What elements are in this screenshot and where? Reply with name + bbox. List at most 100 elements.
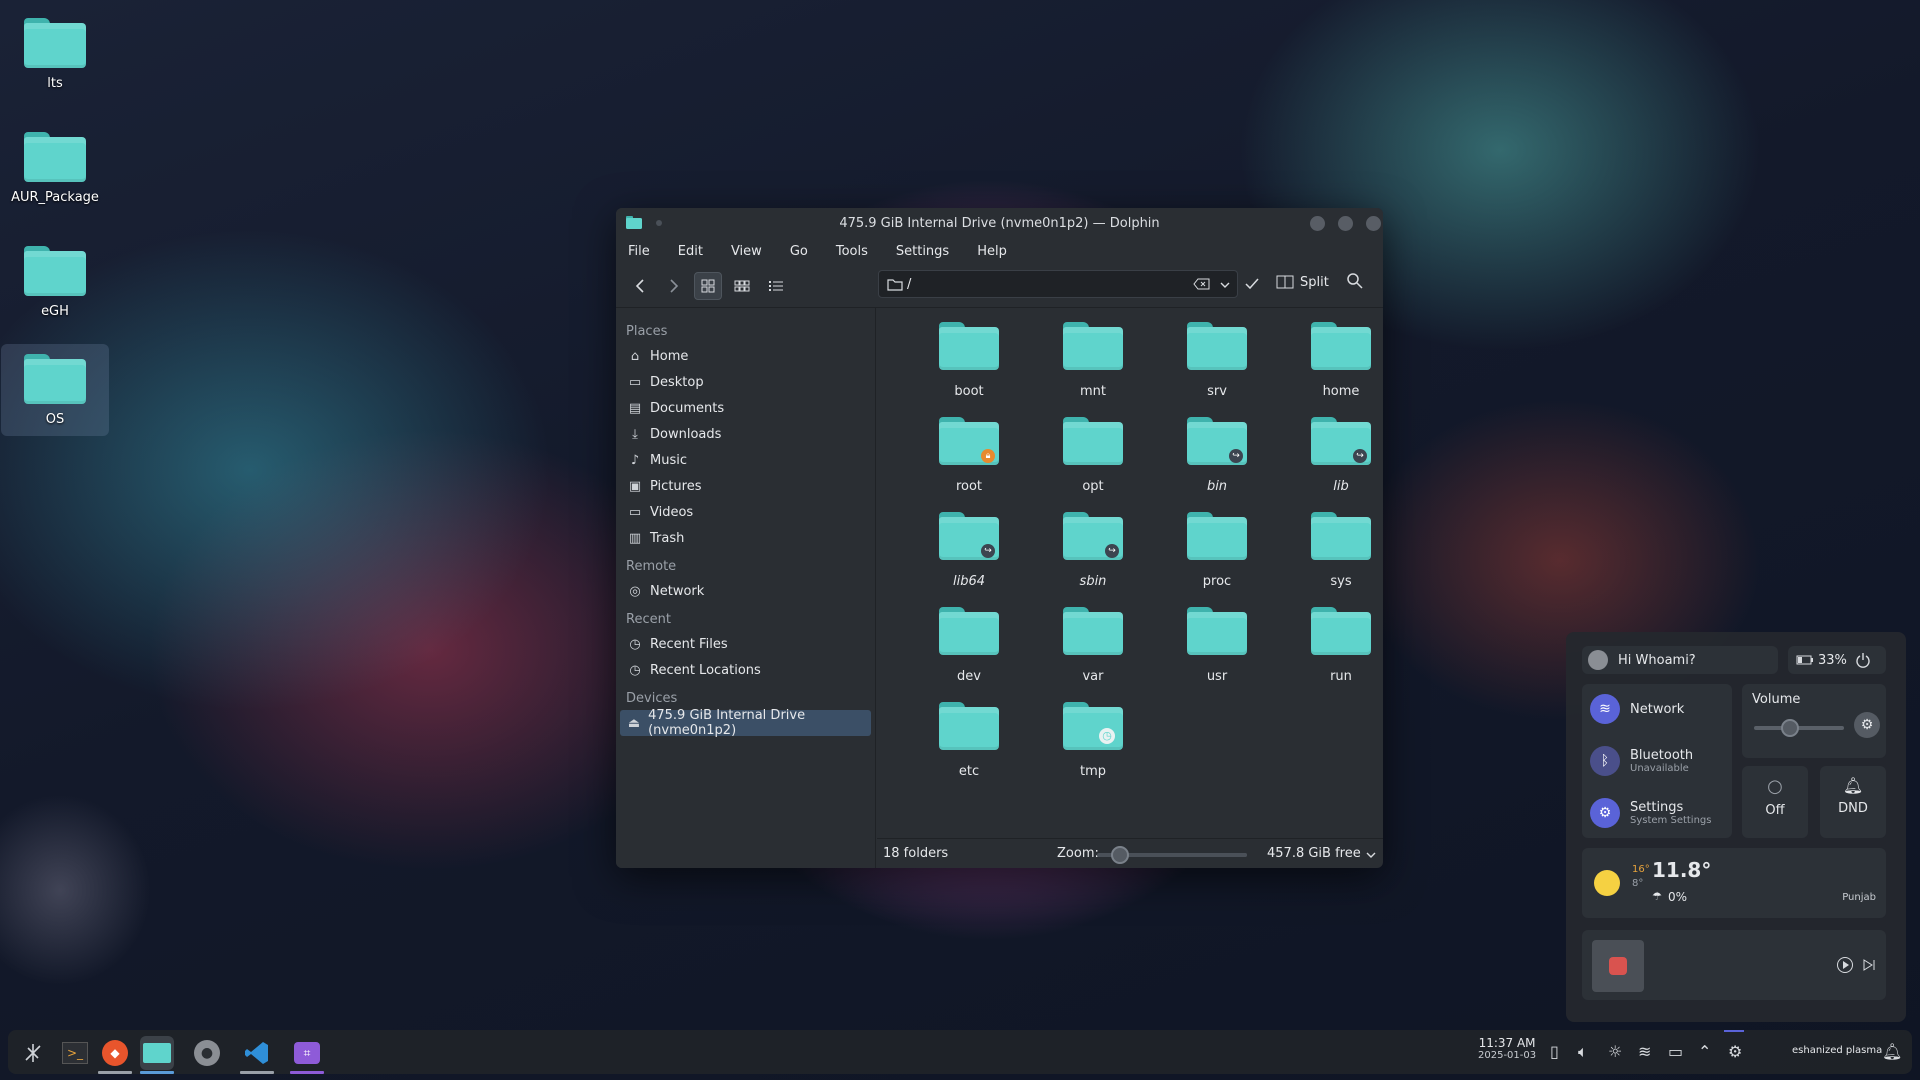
notification-bell-icon[interactable]: 🔔︎ <box>1882 1042 1902 1061</box>
folder-item-etc[interactable]: etc <box>907 702 1031 797</box>
skip-next-icon[interactable] <box>1862 958 1876 972</box>
greeting-card[interactable]: Hi Whoami? <box>1582 646 1778 674</box>
confirm-location-button[interactable] <box>1244 276 1260 296</box>
folder-item-lib64[interactable]: ↪ lib64 <box>907 512 1031 607</box>
folder-item-boot[interactable]: boot <box>907 322 1031 417</box>
menu-file[interactable]: File <box>624 244 654 259</box>
dnd-toggle[interactable]: 🔔︎ DND <box>1820 766 1886 838</box>
desktop-icon-aur-package[interactable]: AUR_Package <box>1 122 109 205</box>
folder-icon <box>939 607 999 655</box>
folder-item-opt[interactable]: opt <box>1031 417 1155 512</box>
minimize-button[interactable] <box>1310 216 1325 231</box>
menu-settings[interactable]: Settings <box>892 244 953 259</box>
pin-icon[interactable] <box>656 220 662 226</box>
menu-help[interactable]: Help <box>973 244 1011 259</box>
folder-item-usr[interactable]: usr <box>1155 607 1279 702</box>
folder-item-proc[interactable]: proc <box>1155 512 1279 607</box>
place-recent-files[interactable]: ◷ Recent Files <box>616 631 875 657</box>
folder-item-bin[interactable]: ↪ bin <box>1155 417 1279 512</box>
volume-icon[interactable]: 🔈︎ <box>1578 1042 1588 1062</box>
bluetooth-toggle[interactable]: ᛒ Bluetooth Unavailable <box>1590 746 1693 776</box>
wifi-tray-icon[interactable]: ≋ <box>1638 1042 1651 1061</box>
taskbar-terminal[interactable]: >_ <box>58 1036 92 1070</box>
place-trash[interactable]: ▥ Trash <box>616 525 875 551</box>
window-title: 475.9 GiB Internal Drive (nvme0n1p2) — D… <box>839 215 1160 231</box>
menu-view[interactable]: View <box>727 244 766 259</box>
audio-settings-button[interactable]: ⚙ <box>1854 712 1880 738</box>
place-documents[interactable]: ▤ Documents <box>616 395 875 421</box>
place-internal-drive[interactable]: ⏏ 475.9 GiB Internal Drive (nvme0n1p2) <box>620 708 871 738</box>
folder-item-lib[interactable]: ↪ lib <box>1279 417 1383 512</box>
folder-item-run[interactable]: run <box>1279 607 1383 702</box>
titlebar[interactable]: 475.9 GiB Internal Drive (nvme0n1p2) — D… <box>616 208 1383 238</box>
taskbar-brave[interactable]: ◆ <box>98 1036 132 1074</box>
volume-slider-track[interactable] <box>1754 726 1844 730</box>
location-bar[interactable]: / <box>878 270 1238 298</box>
gear-tray-icon[interactable]: ⚙ <box>1728 1042 1742 1061</box>
user-label[interactable]: eshanized plasma <box>1792 1045 1882 1056</box>
folder-item-srv[interactable]: srv <box>1155 322 1279 417</box>
menu-go[interactable]: Go <box>786 244 812 259</box>
taskbar-screenshot-tool[interactable]: ⌗ <box>290 1036 324 1074</box>
folder-item-tmp[interactable]: ◷ tmp <box>1031 702 1155 797</box>
app-launcher[interactable] <box>16 1036 50 1070</box>
night-light-toggle[interactable]: ○ Off <box>1742 766 1808 838</box>
menu-tools[interactable]: Tools <box>832 244 872 259</box>
desktop-icon-label: lts <box>47 76 63 91</box>
weather-card[interactable]: 16° 8° 11.8° ☂ 0% Punjab <box>1582 848 1886 918</box>
clipboard-icon[interactable]: ▯ <box>1550 1042 1559 1061</box>
volume-slider-handle[interactable] <box>1781 719 1799 737</box>
place-label: Recent Locations <box>650 662 761 678</box>
desktop-icon-lts[interactable]: lts <box>1 8 109 91</box>
close-button[interactable] <box>1366 216 1381 231</box>
menu-edit[interactable]: Edit <box>674 244 707 259</box>
brightness-icon[interactable]: ☼ <box>1608 1042 1622 1061</box>
forward-button[interactable] <box>660 272 688 300</box>
desktop-icon-os[interactable]: OS <box>1 344 109 436</box>
place-music[interactable]: ♪ Music <box>616 447 875 473</box>
back-arrow-icon <box>635 278 644 293</box>
place-videos[interactable]: ▭ Videos <box>616 499 875 525</box>
back-button[interactable] <box>626 272 654 300</box>
folder-item-mnt[interactable]: mnt <box>1031 322 1155 417</box>
settings-shortcut[interactable]: ⚙ Settings System Settings <box>1590 798 1711 828</box>
folder-item-dev[interactable]: dev <box>907 607 1031 702</box>
taskbar-dolphin[interactable] <box>140 1036 174 1074</box>
status-bar: 18 folders Zoom: 457.8 GiB free <box>877 838 1383 868</box>
split-button[interactable]: Split <box>1276 274 1329 290</box>
symlink-emblem-icon: ↪ <box>981 544 995 558</box>
desktop-icon-egh[interactable]: eGH <box>1 236 109 319</box>
folder-icon: ↪ <box>1311 417 1371 465</box>
place-pictures[interactable]: ▣ Pictures <box>616 473 875 499</box>
chevron-up-icon[interactable]: ⌃ <box>1698 1042 1711 1061</box>
terminal-icon: >_ <box>62 1042 88 1064</box>
search-button[interactable] <box>1346 272 1364 294</box>
clock[interactable]: 11:37 AM 2025-01-03 <box>1478 1036 1536 1061</box>
battery-tray-icon[interactable]: ▭ <box>1668 1042 1683 1061</box>
zoom-slider-handle[interactable] <box>1110 846 1129 864</box>
taskbar-vscode[interactable] <box>240 1036 274 1074</box>
folder-item-sbin[interactable]: ↪ sbin <box>1031 512 1155 607</box>
folder-name: root <box>955 479 983 494</box>
folder-item-home[interactable]: home <box>1279 322 1383 417</box>
free-space[interactable]: 457.8 GiB free <box>1267 846 1361 861</box>
remote-header: Remote <box>626 559 677 574</box>
place-home[interactable]: ⌂ Home <box>616 343 875 369</box>
network-toggle[interactable]: ≋ Network <box>1590 694 1684 724</box>
play-icon[interactable] <box>1836 956 1854 974</box>
details-view-button[interactable] <box>762 272 790 300</box>
icons-view-button[interactable] <box>694 271 722 300</box>
taskbar-settings[interactable]: ● <box>190 1036 224 1070</box>
folder-item-var[interactable]: var <box>1031 607 1155 702</box>
compact-view-button[interactable] <box>728 272 756 300</box>
file-view[interactable]: boot mnt srv home 🔒︎ root opt ↪ bin ↪ lib ↪ lib64 ↪ sb… <box>877 308 1383 838</box>
place-network[interactable]: ◎ Network <box>616 578 875 604</box>
battery-card[interactable]: 33% <box>1788 646 1886 674</box>
place-recent-locations[interactable]: ◷ Recent Locations <box>616 657 875 683</box>
folder-item-root[interactable]: 🔒︎ root <box>907 417 1031 512</box>
place-desktop[interactable]: ▭ Desktop <box>616 369 875 395</box>
chevron-down-icon <box>1366 852 1376 858</box>
place-downloads[interactable]: ⤓ Downloads <box>616 421 875 447</box>
folder-item-sys[interactable]: sys <box>1279 512 1383 607</box>
maximize-button[interactable] <box>1338 216 1353 231</box>
